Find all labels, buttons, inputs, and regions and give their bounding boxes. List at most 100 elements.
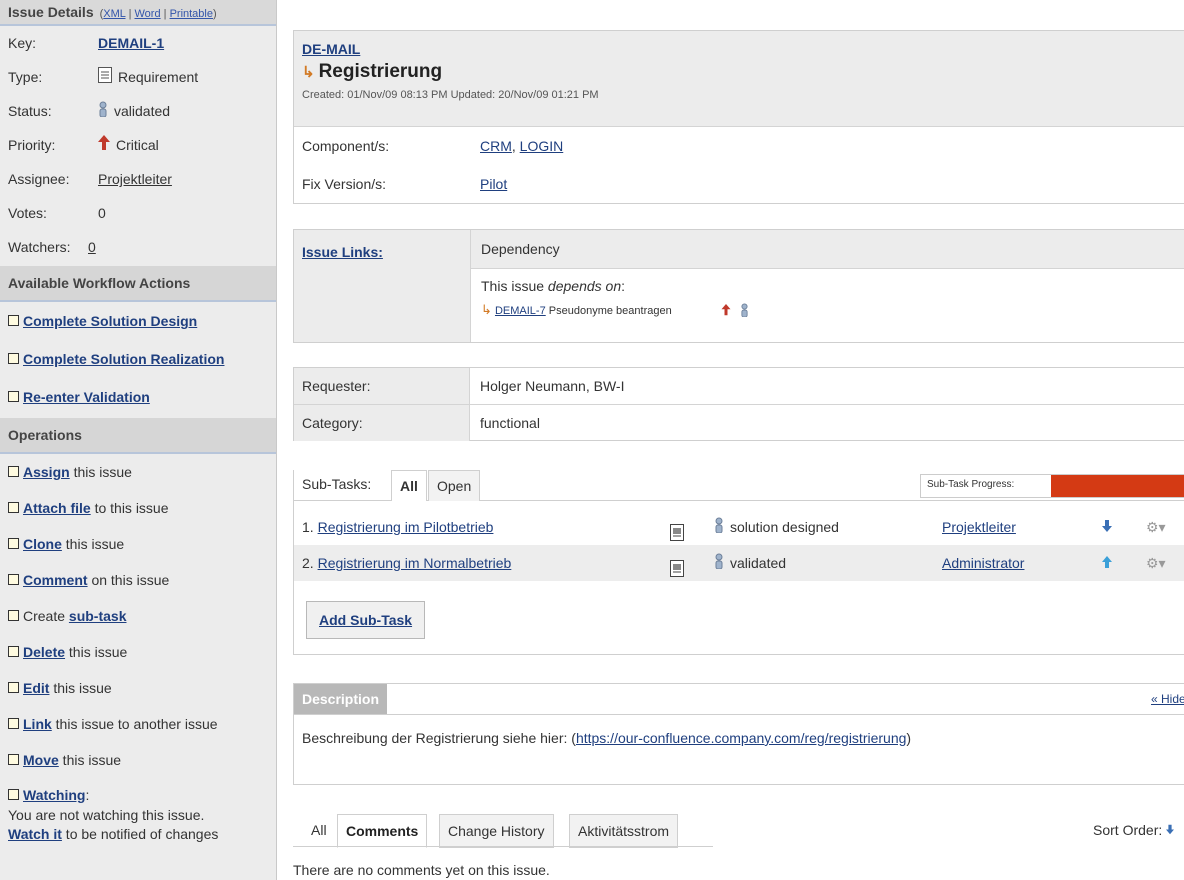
- watch-it-link[interactable]: Watch it: [8, 826, 62, 842]
- bullet-icon: [8, 682, 19, 693]
- gear-menu-icon[interactable]: ⚙▾: [1146, 545, 1166, 581]
- custom-fields-panel: Requester: Holger Neumann, BW-I Category…: [293, 367, 1184, 441]
- subtask-status: solution designed: [730, 519, 839, 535]
- category-value: functional: [480, 415, 540, 431]
- op-link[interactable]: Link this issue to another issue: [0, 706, 276, 742]
- linked-issue-title: Pseudonyme beantragen: [548, 305, 672, 317]
- watchers-link[interactable]: 0: [88, 230, 96, 264]
- hide-description-link[interactable]: « Hide: [1151, 692, 1184, 706]
- workflow-complete-design[interactable]: Complete Solution Design: [23, 313, 197, 329]
- subtask-progress-bar: [1051, 475, 1184, 497]
- category-label: Category:: [294, 405, 470, 441]
- op-comment[interactable]: Comment on this issue: [0, 562, 276, 598]
- move-down-icon[interactable]: [1102, 509, 1112, 545]
- op-watching[interactable]: Watching:: [0, 784, 276, 806]
- op-assign[interactable]: Assign this issue: [0, 454, 276, 490]
- op-clone[interactable]: Clone this issue: [0, 526, 276, 562]
- sort-order[interactable]: Sort Order:: [1093, 822, 1175, 838]
- operations-header: Operations: [0, 418, 276, 454]
- word-link[interactable]: Word: [134, 8, 160, 20]
- bullet-icon: [8, 610, 19, 621]
- tab-subtasks-all[interactable]: All: [391, 470, 427, 501]
- bullet-icon: [8, 574, 19, 585]
- tab-change-history[interactable]: Change History: [439, 814, 554, 848]
- workflow-action[interactable]: Re-enter Validation: [0, 378, 276, 416]
- priority-label: Priority:: [8, 137, 56, 153]
- assignee-link[interactable]: Projektleiter: [98, 162, 172, 196]
- type-value: Requirement: [118, 69, 199, 85]
- paren-close: ): [212, 8, 217, 20]
- subtasks-panel: Sub-Tasks: All Open Sub-Task Progress: 1…: [293, 470, 1184, 655]
- bullet-icon: [8, 718, 19, 729]
- votes-row: Votes: 0: [0, 196, 276, 230]
- bullet-icon: [8, 466, 19, 477]
- tab-activity-all[interactable]: All: [303, 814, 335, 846]
- tab-activity-stream[interactable]: Aktivitätsstrom: [569, 814, 679, 848]
- bullet-icon: [8, 502, 19, 513]
- gear-menu-icon[interactable]: ⚙▾: [1146, 509, 1166, 545]
- printable-link[interactable]: Printable: [170, 8, 213, 20]
- subtask-arrow-icon: ↳: [302, 64, 315, 81]
- op-create-subtask[interactable]: Create sub-task: [0, 598, 276, 634]
- op-edit[interactable]: Edit this issue: [0, 670, 276, 706]
- linked-issue-key[interactable]: DEMAIL-7: [495, 305, 546, 317]
- subtask-title-link[interactable]: Registrierung im Normalbetrieb: [318, 555, 512, 571]
- project-link[interactable]: DE-MAIL: [302, 41, 1184, 57]
- subtask-progress-label: Sub-Task Progress:: [927, 479, 1015, 490]
- status-person-icon: [714, 510, 724, 546]
- bullet-icon: [8, 391, 19, 402]
- description-panel: Description « Hide Beschreibung der Regi…: [293, 683, 1184, 785]
- status-label: Status:: [8, 103, 52, 119]
- subtask-assignee-link[interactable]: Projektleiter: [942, 509, 1016, 545]
- dependency-header: Dependency: [471, 230, 1184, 269]
- document-icon: [670, 554, 684, 590]
- fix-version-link[interactable]: Pilot: [480, 165, 507, 203]
- separator: |: [163, 8, 167, 20]
- component-crm-link[interactable]: CRM: [480, 138, 512, 154]
- votes-value: 0: [98, 205, 106, 221]
- workflow-action[interactable]: Complete Solution Realization: [0, 340, 276, 378]
- workflow-reenter-validation[interactable]: Re-enter Validation: [23, 389, 150, 405]
- dependency-description: This issue depends on:: [481, 278, 625, 294]
- subtask-row: 2. Registrierung im Normalbetrieb valida…: [294, 545, 1184, 581]
- tab-comments[interactable]: Comments: [337, 814, 428, 848]
- bullet-icon: [8, 353, 19, 364]
- priority-row: Priority: Critical: [0, 128, 276, 162]
- assignee-row: Assignee: Projektleiter: [0, 162, 276, 196]
- bullet-icon: [8, 315, 19, 326]
- workflow-complete-realization[interactable]: Complete Solution Realization: [23, 351, 224, 367]
- subtask-arrow-icon: ↳: [481, 302, 492, 317]
- op-delete[interactable]: Delete this issue: [0, 634, 276, 670]
- key-value[interactable]: DEMAIL-1: [98, 26, 164, 60]
- subtask-progress: Sub-Task Progress:: [920, 474, 1184, 498]
- description-text: Beschreibung der Registrierung siehe hie…: [302, 730, 912, 746]
- status-value: validated: [114, 103, 171, 119]
- component-login-link[interactable]: LOGIN: [520, 138, 564, 154]
- category-row: Category: functional: [294, 405, 1184, 441]
- priority-value: Critical: [116, 137, 159, 153]
- issue-title: Registrierung: [318, 61, 443, 82]
- assignee-label: Assignee:: [8, 171, 70, 187]
- watch-note: You are not watching this issue. Watch i…: [8, 807, 219, 842]
- op-attach-file[interactable]: Attach file to this issue: [0, 490, 276, 526]
- issue-details-title: Issue Details: [8, 4, 94, 20]
- linked-issue: ↳ DEMAIL-7 Pseudonyme beantragen: [481, 302, 749, 320]
- add-subtask-button[interactable]: Add Sub-Task: [306, 601, 426, 639]
- status-person-icon: [740, 303, 749, 320]
- confluence-link[interactable]: https://our-confluence.company.com/reg/r…: [576, 730, 906, 746]
- sort-arrow-icon[interactable]: [1166, 822, 1175, 838]
- key-row: Key: DEMAIL-1: [0, 26, 276, 60]
- workflow-action[interactable]: Complete Solution Design: [0, 302, 276, 340]
- watchers-label: Watchers:: [8, 239, 71, 255]
- votes-label: Votes:: [8, 205, 47, 221]
- subtask-title-link[interactable]: Registrierung im Pilotbetrieb: [318, 519, 494, 535]
- issue-links-label[interactable]: Issue Links:: [302, 244, 383, 260]
- op-move[interactable]: Move this issue: [0, 742, 276, 778]
- subtask-assignee-link[interactable]: Administrator: [942, 545, 1024, 581]
- watchers-row: Watchers: 0: [0, 230, 276, 264]
- main-content: DE-MAIL ↳ Registrierung Created: 01/Nov/0…: [290, 0, 1184, 880]
- bullet-icon: [8, 646, 19, 657]
- tab-subtasks-open[interactable]: Open: [428, 470, 481, 501]
- xml-link[interactable]: XML: [103, 8, 125, 20]
- move-up-icon[interactable]: [1102, 545, 1112, 581]
